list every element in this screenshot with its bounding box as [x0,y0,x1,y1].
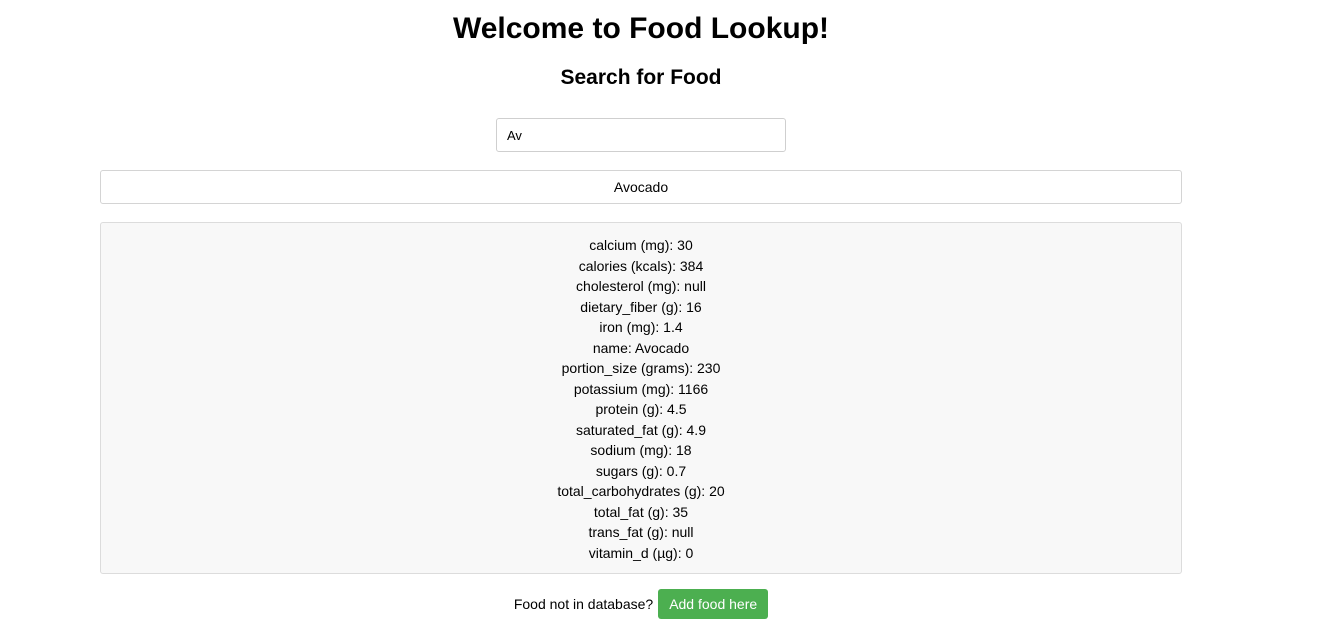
detail-vitamin-d: vitamin_d (µg): 0 [588,544,694,561]
detail-portion-size: portion_size (grams): 230 [561,360,721,376]
detail-sodium: sodium (mg): 18 [590,442,692,458]
food-details-panel: calcium (mg): 30 calories (kcals): 384 c… [100,222,1182,574]
detail-iron: iron (mg): 1.4 [599,319,683,335]
page-title: Welcome to Food Lookup! [452,12,830,45]
detail-trans-fat: trans_fat (g): null [588,524,694,540]
detail-dietary-fiber: dietary_fiber (g): 16 [580,298,702,315]
detail-potassium: potassium (mg): 1166 [573,380,709,397]
food-search-input[interactable] [496,118,786,152]
detail-name: name: Avocado [592,339,690,356]
suggestion-item-avocado[interactable]: Avocado [100,170,1182,204]
add-food-footer: Food not in database? Add food here [0,589,1282,619]
detail-cholesterol: cholesterol (mg): null [576,278,706,294]
detail-saturated-fat: saturated_fat (g): 4.9 [576,421,706,438]
detail-total-fat: total_fat (g): 35 [593,503,689,520]
food-not-found-prompt: Food not in database? [513,596,654,612]
detail-sugars: sugars (g): 0.7 [595,462,687,479]
detail-calories: calories (kcals): 384 [578,257,704,274]
detail-total-carbohydrates: total_carbohydrates (g): 20 [557,483,725,499]
detail-calcium: calcium (mg): 30 [589,237,693,253]
search-section-title: Search for Food [560,66,722,89]
add-food-button[interactable]: Add food here [658,589,769,619]
detail-protein: protein (g): 4.5 [595,401,687,417]
